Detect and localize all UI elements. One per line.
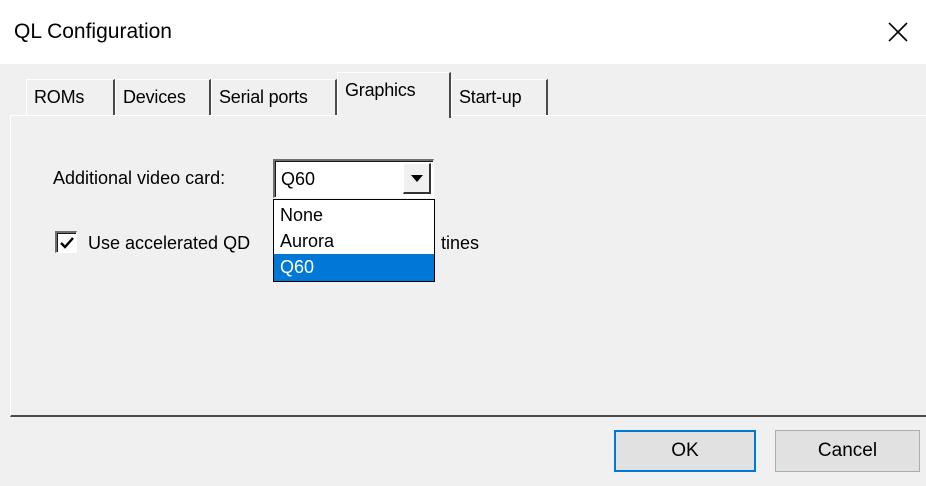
title-bar: QL Configuration — [0, 0, 926, 64]
ql-configuration-dialog: QL Configuration ROMs Devices Serial por… — [0, 0, 926, 486]
chevron-down-icon — [411, 175, 423, 182]
video-card-option-aurora[interactable]: Aurora — [274, 228, 434, 255]
tab-start-up[interactable]: Start-up — [451, 79, 548, 115]
graphics-tab-panel — [10, 115, 926, 417]
tab-graphics[interactable]: Graphics — [337, 72, 451, 118]
close-button[interactable] — [866, 0, 926, 64]
video-card-option-none[interactable]: None — [274, 202, 434, 229]
window-title: QL Configuration — [14, 20, 172, 43]
video-card-combobox[interactable]: Q60 — [273, 159, 434, 198]
cancel-button[interactable]: Cancel — [775, 430, 920, 472]
ok-button[interactable]: OK — [614, 430, 756, 472]
video-card-value: Q60 — [281, 169, 316, 189]
video-card-option-q60[interactable]: Q60 — [274, 254, 434, 281]
accelerated-checkbox-label-end[interactable]: tines — [441, 232, 479, 254]
checkmark-icon — [60, 237, 74, 249]
accelerated-checkbox-label-start[interactable]: Use accelerated QD — [88, 232, 250, 254]
video-card-dropdown-button[interactable] — [403, 163, 431, 194]
video-card-label: Additional video card: — [53, 168, 226, 188]
tab-serial-ports[interactable]: Serial ports — [211, 79, 337, 115]
tab-devices[interactable]: Devices — [115, 79, 211, 115]
accelerated-checkbox[interactable] — [55, 231, 77, 253]
close-icon — [888, 22, 908, 42]
tab-roms[interactable]: ROMs — [26, 79, 115, 115]
video-card-dropdown-list: None Aurora Q60 — [273, 199, 435, 282]
